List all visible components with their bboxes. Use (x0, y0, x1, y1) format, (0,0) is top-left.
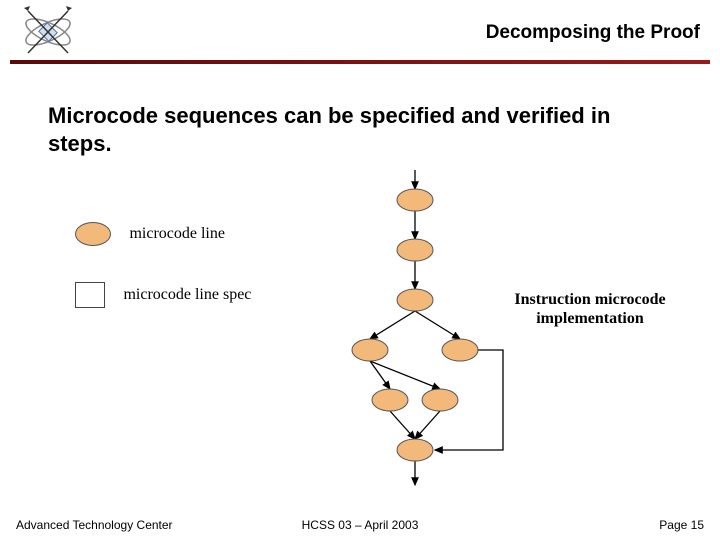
title-divider (10, 60, 710, 64)
body-text: Microcode sequences can be specified and… (48, 102, 672, 157)
legend-row-microcode-line: microcode line (75, 222, 225, 246)
footer-page-number: 15 (691, 518, 704, 532)
footer-page: Page 15 (659, 518, 704, 532)
footer-center: HCSS 03 – April 2003 (0, 518, 720, 532)
slide-title: Decomposing the Proof (486, 22, 700, 44)
logo-icon (18, 6, 78, 58)
legend-label: microcode line spec (123, 286, 251, 303)
oval-icon (75, 222, 111, 246)
legend-label: microcode line (129, 225, 225, 242)
microcode-diagram (320, 170, 540, 500)
legend-row-microcode-line-spec: microcode line spec (75, 282, 251, 308)
rect-icon (75, 282, 105, 308)
footer-page-prefix: Page (659, 518, 690, 532)
